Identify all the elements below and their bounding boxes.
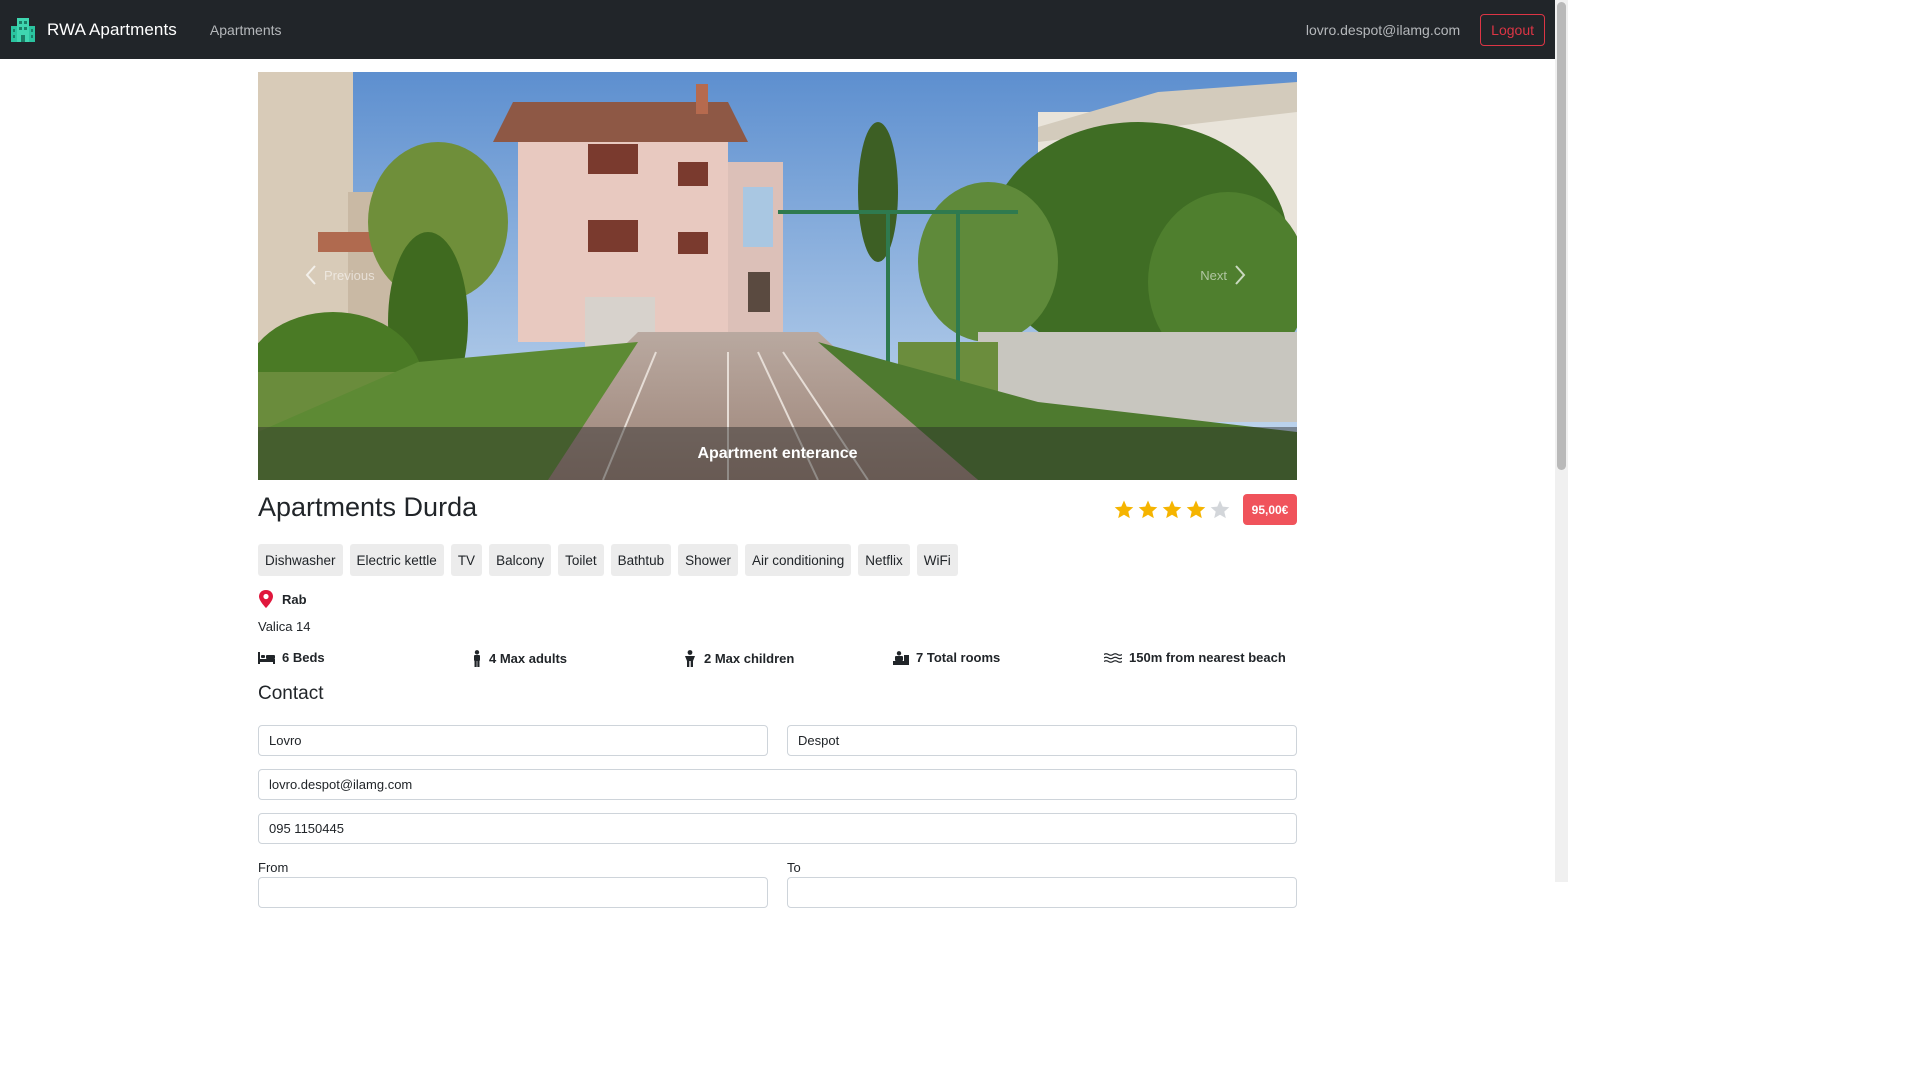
contact-heading: Contact — [258, 683, 324, 704]
chevron-left-icon — [305, 265, 316, 285]
building-icon — [11, 17, 35, 42]
max-children: 2 Max children — [704, 651, 795, 666]
nav-link-apartments[interactable]: Apartments — [210, 22, 282, 38]
star-empty-icon — [1210, 500, 1230, 519]
price-badge: 95,00€ — [1243, 494, 1297, 525]
first-name-input[interactable] — [258, 725, 768, 756]
carousel-next-button[interactable]: Next — [1200, 264, 1247, 286]
amenity-tag: Air conditioning — [744, 544, 852, 576]
navbar-user-area: lovro.despot@ilamg.com Logout — [1305, 13, 1545, 46]
star-filled-icon — [1114, 500, 1134, 519]
chevron-right-icon — [1235, 265, 1246, 285]
star-filled-icon — [1138, 500, 1158, 519]
photo-carousel[interactable]: Previous Next Apartment enterance — [258, 72, 1297, 480]
carousel-next-label: Next — [1200, 267, 1227, 283]
feature-beach-distance: 150m from nearest beach — [1104, 650, 1286, 665]
carousel-previous-button[interactable]: Previous — [304, 264, 375, 286]
waves-icon — [1104, 652, 1122, 663]
star-filled-icon — [1186, 500, 1206, 519]
carousel-caption: Apartment enterance — [697, 444, 858, 462]
location: Rab — [258, 590, 307, 608]
feature-max-children: 2 Max children — [683, 650, 794, 667]
amenity-tag: WiFi — [916, 544, 958, 576]
rooms-icon — [893, 650, 909, 665]
amenity-tag: Electric kettle — [349, 544, 444, 576]
amenity-tag: TV — [450, 544, 483, 576]
navbar: RWA Apartments Apartments lovro.despot@i… — [0, 0, 1555, 59]
amenity-tag: Balcony — [489, 544, 552, 576]
beds-count: 6 Beds — [282, 650, 325, 665]
scrollbar-thumb[interactable] — [1557, 2, 1566, 470]
child-icon — [685, 650, 695, 667]
to-date-label: To — [787, 860, 801, 875]
amenity-tag: Dishwasher — [258, 544, 343, 576]
from-date-label: From — [258, 860, 289, 875]
last-name-input[interactable] — [787, 725, 1297, 756]
feature-total-rooms: 7 Total rooms — [893, 650, 1000, 665]
brand[interactable]: RWA Apartments — [10, 17, 177, 43]
bed-icon — [258, 651, 275, 664]
star-filled-icon — [1162, 500, 1182, 519]
max-adults: 4 Max adults — [489, 651, 568, 666]
amenity-tag: Toilet — [558, 544, 604, 576]
carousel-previous-label: Previous — [324, 267, 375, 283]
street-address: Valica 14 — [258, 619, 311, 634]
user-email: lovro.despot@ilamg.com — [1305, 21, 1461, 38]
rating-stars — [1112, 498, 1232, 522]
amenity-tag: Bathtub — [610, 544, 672, 576]
carousel-caption-bar: Apartment enterance — [258, 427, 1297, 480]
apartment-title: Apartments Durda — [258, 492, 478, 522]
total-rooms: 7 Total rooms — [916, 650, 1001, 665]
logout-button[interactable]: Logout — [1480, 13, 1545, 46]
city: Rab — [282, 591, 307, 607]
from-date-input[interactable] — [258, 877, 768, 908]
feature-max-adults: 4 Max adults — [472, 650, 567, 667]
apartment-photo — [258, 72, 1297, 480]
amenity-tag: Shower — [678, 544, 738, 576]
email-input[interactable] — [258, 769, 1297, 800]
adult-icon — [474, 650, 480, 667]
feature-beds: 6 Beds — [258, 650, 325, 665]
brand-title: RWA Apartments — [47, 19, 177, 39]
map-pin-icon — [259, 590, 273, 608]
phone-input[interactable] — [258, 813, 1297, 844]
scrollbar[interactable] — [1555, 0, 1568, 882]
amenities-list: Dishwasher Electric kettle TV Balcony Toilet… — [258, 544, 958, 576]
beach-distance: 150m from nearest beach — [1129, 650, 1286, 665]
amenity-tag: Netflix — [858, 544, 910, 576]
to-date-input[interactable] — [787, 877, 1297, 908]
